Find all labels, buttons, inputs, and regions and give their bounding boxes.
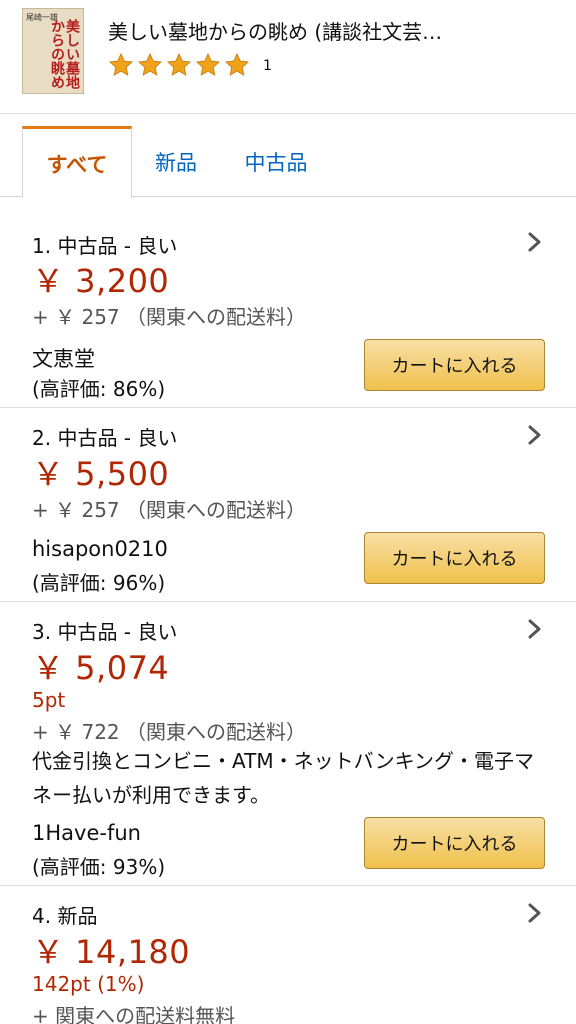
product-title[interactable]: 美しい墓地からの眺め (講談社文芸… (108, 16, 548, 45)
offer-shipping: + 関東への配送料無料 (32, 1004, 236, 1024)
rating-count[interactable]: 1 (263, 58, 272, 74)
condition-tabs: すべて 新品 中古品 (0, 114, 576, 200)
offer-points: 5pt (32, 688, 66, 712)
offer-condition: 1. 中古品 - 良い (32, 234, 178, 258)
add-to-cart-button[interactable]: カートに入れる (364, 817, 545, 869)
offer-shipping: + ￥ 722 （関東への配送料） (32, 720, 307, 744)
offer-price: ￥ 5,074 (32, 649, 170, 687)
offer-condition: 4. 新品 (32, 904, 98, 928)
star-icon (224, 52, 250, 76)
cover-title: 美しい墓地からの眺め (49, 19, 80, 89)
chevron-right-icon[interactable] (526, 231, 544, 253)
seller-name[interactable]: 文恵堂 (32, 343, 95, 373)
payment-note: 代金引換とコンビニ・ATM・ネットバンキング・電子マネー払いが利用できます。 (32, 749, 535, 807)
offer-row[interactable]: 1. 中古品 - 良い ￥ 3,200 + ￥ 257 （関東への配送料） 文恵… (0, 200, 576, 408)
offer-condition: 3. 中古品 - 良い (32, 620, 178, 644)
star-rating[interactable] (108, 52, 253, 78)
offer-shipping: + ￥ 257 （関東への配送料） (32, 498, 307, 522)
star-icon (137, 52, 163, 76)
star-icon (108, 52, 134, 76)
chevron-right-icon[interactable] (526, 424, 544, 446)
tab-new[interactable]: 新品 (146, 126, 206, 197)
star-icon (166, 52, 192, 76)
offer-points: 142pt (1%) (32, 972, 145, 996)
offer-shipping: + ￥ 257 （関東への配送料） (32, 305, 307, 329)
chevron-right-icon[interactable] (526, 618, 544, 640)
offer-condition: 2. 中古品 - 良い (32, 426, 178, 450)
add-to-cart-button[interactable]: カートに入れる (364, 339, 545, 391)
seller-rating: (高評価: 86%) (32, 377, 166, 401)
seller-rating: (高評価: 96%) (32, 571, 166, 595)
product-header: 尾崎一雄 美しい墓地からの眺め 美しい墓地からの眺め (講談社文芸… 1 (0, 0, 576, 114)
offer-price: ￥ 5,500 (32, 455, 170, 493)
chevron-right-icon[interactable] (526, 902, 544, 924)
add-to-cart-button[interactable]: カートに入れる (364, 532, 545, 584)
offer-row[interactable]: 4. 新品 ￥ 14,180 142pt (1%) + 関東への配送料無料 (0, 886, 576, 1024)
offer-price: ￥ 14,180 (32, 933, 191, 971)
seller-rating: (高評価: 93%) (32, 855, 166, 879)
offer-row[interactable]: 3. 中古品 - 良い ￥ 5,074 5pt + ￥ 722 （関東への配送料… (0, 602, 576, 886)
seller-name[interactable]: hisapon0210 (32, 537, 168, 561)
star-icon (195, 52, 221, 76)
seller-name[interactable]: 1Have-fun (32, 821, 141, 845)
offer-row[interactable]: 2. 中古品 - 良い ￥ 5,500 + ￥ 257 （関東への配送料） hi… (0, 408, 576, 602)
tab-all[interactable]: すべて (22, 126, 132, 198)
offer-price: ￥ 3,200 (32, 262, 170, 300)
tab-used[interactable]: 中古品 (238, 126, 314, 197)
book-cover-image[interactable]: 尾崎一雄 美しい墓地からの眺め (22, 8, 84, 94)
